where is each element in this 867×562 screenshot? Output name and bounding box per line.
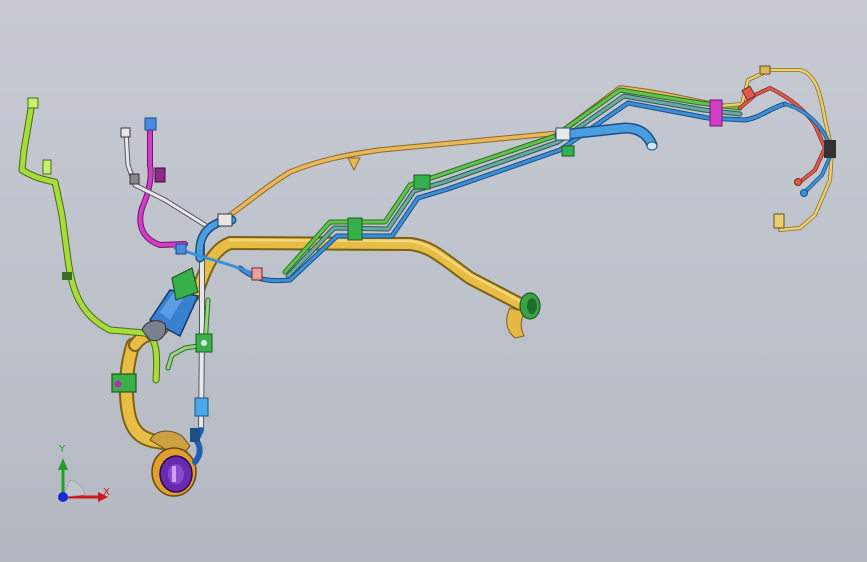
line-pale-yellow <box>718 68 834 232</box>
triad-y-label: Y <box>59 444 66 455</box>
line-bundle[interactable] <box>237 87 788 284</box>
white-end-connector <box>120 127 131 138</box>
white-clip <box>129 173 140 185</box>
right-connector-cluster[interactable] <box>718 65 836 232</box>
lime-end-top <box>27 97 39 109</box>
connector-yellow-end <box>773 213 785 229</box>
clip-bundle-mid <box>413 174 431 190</box>
line-blue <box>238 101 787 283</box>
magenta-clip <box>154 167 166 183</box>
clip-bundle-right-green <box>561 145 575 157</box>
pipe-filter <box>194 397 209 417</box>
fuel-pump-module[interactable] <box>149 428 203 497</box>
fuel-line-bracket <box>347 157 361 172</box>
clip-blue-small <box>175 243 187 255</box>
cad-model-viewport[interactable]: Y X <box>0 0 867 562</box>
clip-magenta-right <box>709 99 723 127</box>
lime-clip <box>62 272 72 280</box>
triad-x-label: X <box>103 487 110 498</box>
clip-pink <box>251 267 263 281</box>
lime-connector <box>42 159 52 175</box>
harness-3d-model[interactable] <box>0 0 867 562</box>
line-red <box>738 86 827 184</box>
clip-bundle-right-white <box>555 127 571 141</box>
evap-canister[interactable] <box>141 267 200 342</box>
connector-top <box>759 65 771 75</box>
clip-junction-white <box>217 213 233 227</box>
pump-connector-blue <box>190 428 200 442</box>
connector-red-end <box>794 178 802 186</box>
clip-bundle-left <box>347 217 363 241</box>
magenta-end-connector <box>144 117 157 131</box>
line-magenta[interactable] <box>137 117 188 248</box>
clip-black <box>824 140 836 158</box>
connector-blue-end <box>800 189 808 197</box>
